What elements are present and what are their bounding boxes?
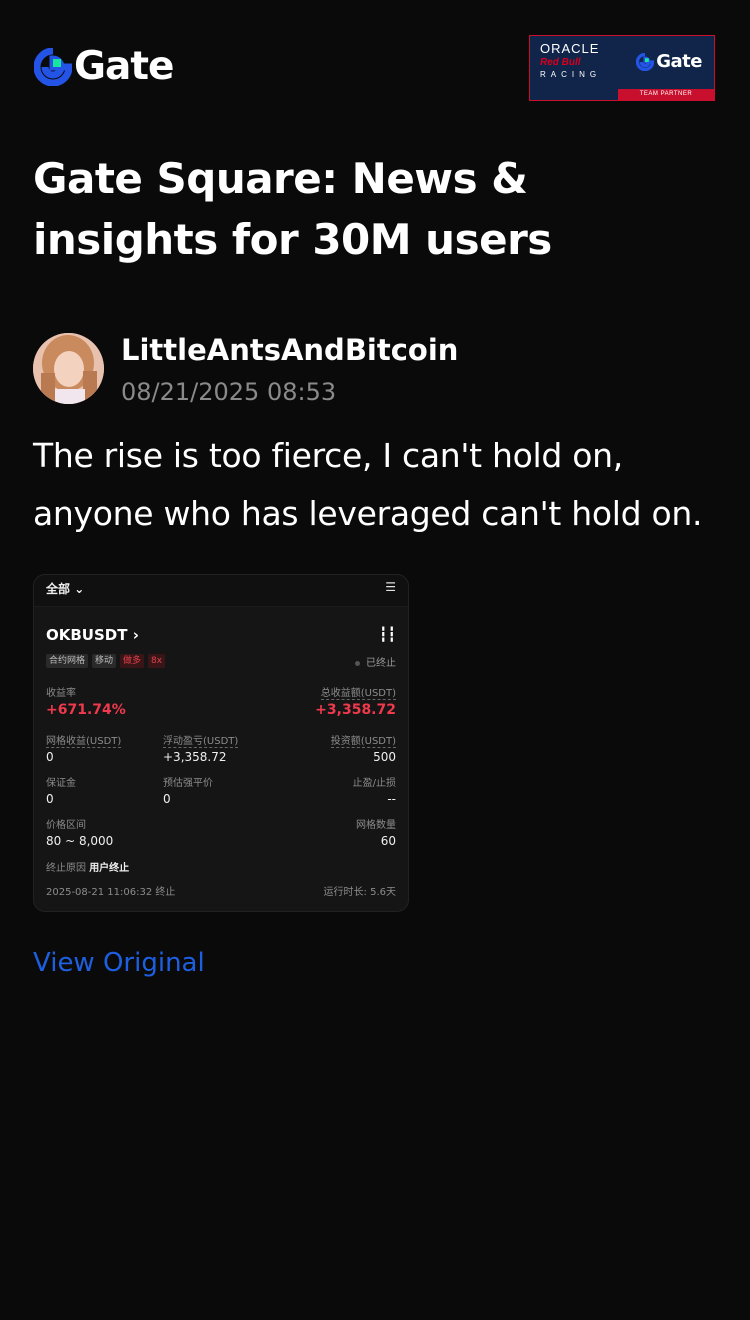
filter-icon: ☰ <box>385 580 396 594</box>
candlestick-icon: ┇┇ <box>379 627 396 643</box>
tag: 移动 <box>92 654 117 668</box>
partner-gate-logo: Gate <box>636 51 702 72</box>
total-profit-label: 总收益额(USDT) <box>320 684 396 700</box>
avatar[interactable] <box>33 333 104 404</box>
image-all-dropdown: 全部 ⌄ <box>46 582 85 596</box>
tag: 8x <box>148 654 166 668</box>
investment-value: 500 <box>373 750 396 764</box>
header: Gate ORACLE Red Bull RACING Gate TEAM PA… <box>0 0 750 130</box>
floating-pnl-value: +3,358.72 <box>163 750 227 764</box>
floating-pnl-label: 浮动盈亏(USDT) <box>163 732 239 748</box>
author-name[interactable]: LittleAntsAndBitcoin <box>121 333 458 367</box>
grid-profit-label: 网格收益(USDT) <box>46 732 122 748</box>
liq-price-value: 0 <box>163 792 171 806</box>
image-pair: OKBUSDT › <box>46 626 139 644</box>
post-author: LittleAntsAndBitcoin 08/21/2025 08:53 <box>33 333 723 406</box>
partner-gate-text: Gate <box>656 51 702 72</box>
tpsl-label: 止盈/止损 <box>352 778 396 789</box>
tpsl-value: -- <box>387 792 396 806</box>
image-status: 已终止 <box>355 654 396 669</box>
margin-label: 保证金 <box>46 778 76 789</box>
post-body: The rise is too fierce, I can't hold on,… <box>33 436 703 533</box>
partner-badge: ORACLE Red Bull RACING Gate TEAM PARTNER <box>529 35 715 101</box>
investment-label: 投资额(USDT) <box>330 732 396 748</box>
gate-logo-icon <box>636 52 655 71</box>
image-topbar: 全部 ⌄ ☰ <box>34 575 408 607</box>
gate-logo[interactable]: Gate <box>34 44 174 89</box>
page-title: Gate Square: News & insights for 30M use… <box>33 154 552 264</box>
post-image[interactable]: 全部 ⌄ ☰ OKBUSDT › ┇┇ 合约网格 移动 做多 8x 已终止 收益… <box>33 574 409 912</box>
yield-value: +671.74% <box>46 702 126 718</box>
liq-price-label: 预估强平价 <box>163 778 213 789</box>
partner-racing: RACING <box>540 70 602 79</box>
price-range-label: 价格区间 <box>46 820 86 831</box>
image-tags: 合约网格 移动 做多 8x <box>46 654 166 668</box>
margin-value: 0 <box>46 792 54 806</box>
tag: 做多 <box>120 654 145 668</box>
logo-text: Gate <box>74 44 174 89</box>
runtime: 运行时长: 5.6天 <box>323 887 396 898</box>
partner-redbull: Red Bull <box>540 57 581 68</box>
stop-reason: 终止原因 用户终止 <box>46 863 130 874</box>
price-range-value: 80 ~ 8,000 <box>46 834 114 848</box>
gate-logo-icon <box>34 48 72 86</box>
partner-band: TEAM PARTNER <box>618 89 714 100</box>
grid-profit-value: 0 <box>46 750 54 764</box>
stop-reason-value: 用户终止 <box>89 863 130 874</box>
grid-count-label: 网格数量 <box>356 820 396 831</box>
partner-oracle: ORACLE <box>540 41 600 56</box>
tag: 合约网格 <box>46 654 89 668</box>
view-original-link[interactable]: View Original <box>33 945 205 981</box>
partner-left: ORACLE Red Bull RACING <box>540 42 618 81</box>
avatar-image <box>33 333 104 404</box>
stop-time: 2025-08-21 11:06:32 终止 <box>46 887 176 898</box>
post-time: 08/21/2025 08:53 <box>121 378 337 406</box>
grid-count-value: 60 <box>380 834 396 848</box>
yield-label: 收益率 <box>46 688 76 699</box>
total-profit-value: +3,358.72 <box>315 702 396 718</box>
